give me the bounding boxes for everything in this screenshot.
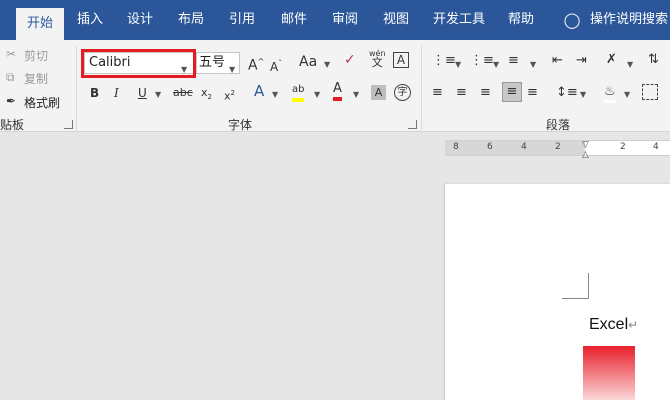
- tab-developer[interactable]: 开发工具: [428, 0, 490, 40]
- indent-marker-icon[interactable]: △: [582, 147, 589, 163]
- clear-formatting-icon[interactable]: ✓: [344, 52, 356, 68]
- copy-button[interactable]: 复制: [24, 70, 48, 87]
- tab-mailings[interactable]: 邮件: [274, 0, 314, 40]
- distributed-icon[interactable]: ≡: [527, 85, 538, 101]
- tab-layout[interactable]: 布局: [171, 0, 211, 40]
- horizontal-ruler[interactable]: 8 6 4 2 2 4 ▽ △: [445, 140, 670, 160]
- ruler-number: 4: [653, 142, 659, 152]
- ruler-number: 8: [453, 142, 459, 152]
- paragraph-group-label: 段落: [546, 118, 571, 132]
- chevron-down-icon[interactable]: ▼: [580, 90, 586, 99]
- group-divider: [421, 46, 422, 130]
- multilevel-list-icon[interactable]: ≡: [508, 53, 519, 69]
- tab-design[interactable]: 设计: [120, 0, 160, 40]
- chevron-down-icon[interactable]: ▼: [530, 60, 536, 69]
- ruler-number: 6: [487, 142, 493, 152]
- justify-icon[interactable]: ≡: [502, 82, 522, 102]
- character-border-icon[interactable]: A: [393, 52, 409, 68]
- increase-indent-icon[interactable]: ⇥: [576, 53, 587, 69]
- bold-icon[interactable]: B: [90, 85, 99, 101]
- sort-icon[interactable]: ⇅: [648, 52, 659, 68]
- strikethrough-icon[interactable]: abc: [173, 85, 193, 101]
- font-size-combobox[interactable]: 五号 ▼: [196, 52, 240, 74]
- tab-help[interactable]: 帮助: [500, 0, 542, 40]
- ruler-number: 2: [620, 142, 626, 152]
- paintbrush-icon: ✒: [6, 94, 17, 108]
- tell-me-search[interactable]: 操作说明搜索: [588, 0, 670, 40]
- italic-icon[interactable]: I: [114, 85, 119, 101]
- numbering-icon[interactable]: ⋮≡: [470, 53, 494, 69]
- character-shading-icon[interactable]: A: [371, 85, 386, 100]
- chevron-down-icon[interactable]: ▼: [155, 90, 161, 99]
- gradient-shape[interactable]: [583, 346, 635, 400]
- ribbon-tab-bar: 开始 插入 设计 布局 引用 邮件 审阅 视图 开发工具 帮助 ◯ 操作说明搜索: [0, 0, 670, 40]
- chinese-layout-icon[interactable]: ✗: [606, 52, 617, 68]
- decrease-indent-icon[interactable]: ⇤: [552, 53, 563, 69]
- tab-home[interactable]: 开始: [16, 8, 64, 40]
- text-effects-icon[interactable]: A: [254, 83, 264, 99]
- format-painter-button[interactable]: 格式刷: [24, 94, 60, 111]
- chevron-down-icon[interactable]: ▼: [229, 60, 235, 80]
- ruler-number: 2: [555, 142, 561, 152]
- shrink-font-icon[interactable]: Aˇ: [270, 56, 282, 75]
- font-color-icon[interactable]: A: [333, 81, 342, 101]
- borders-icon[interactable]: [642, 84, 658, 100]
- cut-button[interactable]: 剪切: [24, 47, 48, 64]
- margin-corner-mark: [562, 273, 589, 299]
- chevron-down-icon[interactable]: ▼: [493, 60, 499, 69]
- chevron-down-icon[interactable]: ▼: [324, 60, 330, 69]
- clipboard-dialog-launcher-icon[interactable]: [64, 120, 73, 129]
- chevron-down-icon[interactable]: ▼: [314, 90, 320, 99]
- change-case-icon[interactable]: Aa: [299, 54, 317, 70]
- lightbulb-icon[interactable]: ◯: [560, 0, 584, 40]
- line-spacing-icon[interactable]: ↕≡: [556, 85, 578, 101]
- scissors-icon: ✂: [6, 47, 17, 61]
- copy-icon: ⧉: [6, 70, 15, 84]
- align-left-icon[interactable]: ≡: [432, 85, 443, 101]
- font-dialog-launcher-icon[interactable]: [408, 120, 417, 129]
- ruler-number: 4: [521, 142, 527, 152]
- ruler-margin-area: [445, 141, 585, 155]
- bullets-icon[interactable]: ⋮≡: [432, 53, 456, 69]
- tab-view[interactable]: 视图: [376, 0, 416, 40]
- highlight-icon[interactable]: ab: [292, 82, 305, 102]
- tab-review[interactable]: 审阅: [325, 0, 365, 40]
- tab-insert[interactable]: 插入: [70, 0, 110, 40]
- font-size-value: 五号: [199, 55, 226, 70]
- chevron-down-icon[interactable]: ▼: [353, 90, 359, 99]
- underline-icon[interactable]: U: [138, 85, 147, 101]
- document-page[interactable]: [445, 184, 670, 400]
- shading-bucket-icon[interactable]: ♨: [604, 84, 616, 103]
- align-center-icon[interactable]: ≡: [456, 85, 467, 101]
- chevron-down-icon[interactable]: ▼: [627, 60, 633, 69]
- group-divider: [76, 46, 77, 130]
- document-text[interactable]: Excel: [589, 316, 628, 334]
- tab-references[interactable]: 引用: [222, 0, 262, 40]
- phonetic-guide-icon[interactable]: wén 文: [369, 49, 386, 68]
- chevron-down-icon[interactable]: ▼: [624, 90, 630, 99]
- highlight-frame: [81, 49, 196, 78]
- clipboard-group-label: 贴板: [0, 118, 25, 132]
- font-group-label: 字体: [228, 118, 253, 132]
- superscript-icon[interactable]: x2: [224, 85, 235, 105]
- chevron-down-icon[interactable]: ▼: [272, 90, 278, 99]
- align-right-icon[interactable]: ≡: [480, 85, 491, 101]
- phonetic-guide-char: 文: [371, 56, 383, 69]
- chevron-down-icon[interactable]: ▼: [455, 60, 461, 69]
- enclose-characters-icon[interactable]: 字: [394, 84, 411, 101]
- grow-font-icon[interactable]: A^: [248, 54, 264, 74]
- subscript-icon[interactable]: x2: [201, 85, 212, 105]
- paragraph-mark: ↵: [628, 318, 639, 332]
